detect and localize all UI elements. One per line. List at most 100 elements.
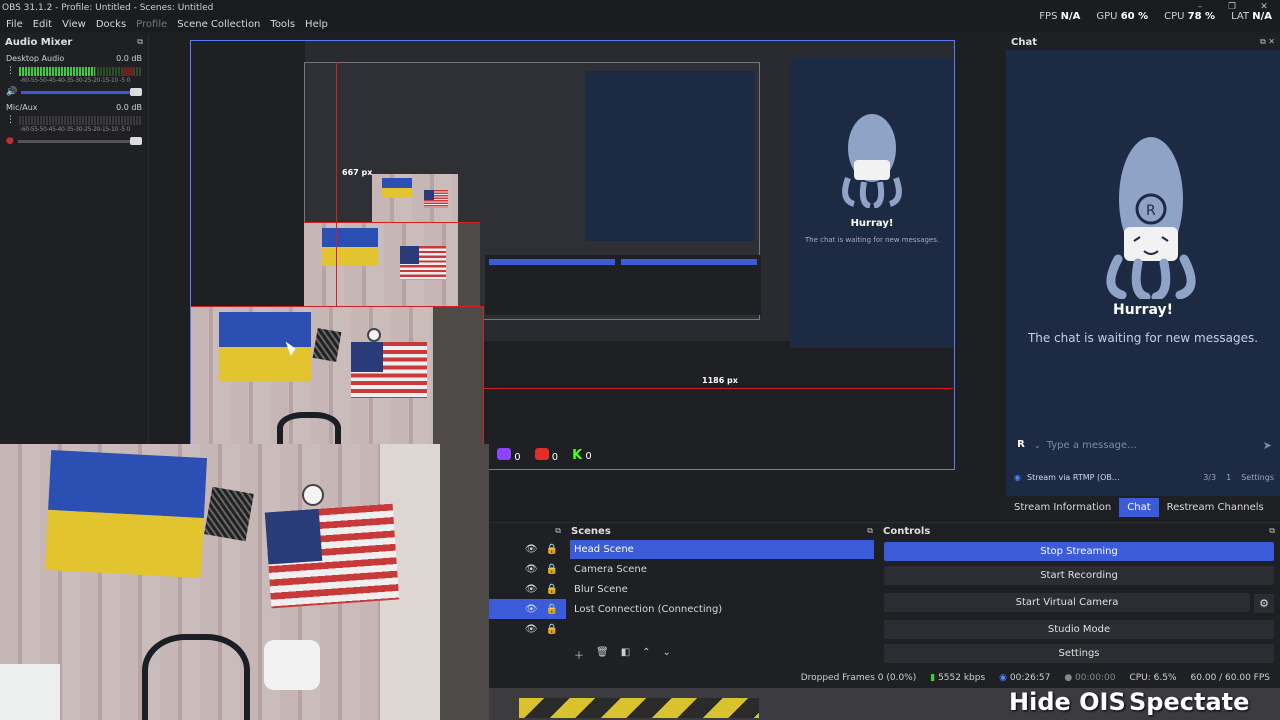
status-bar: Dropped Frames 0 (0.0%) ▮ 5552 kbps ◉ 00… <box>489 668 1280 688</box>
game-overlay-strip: Hide OIS Spectate <box>489 688 1280 720</box>
height-label: 667 px <box>342 168 373 177</box>
flag-ukraine <box>219 312 311 382</box>
volume-slider[interactable] <box>17 136 142 145</box>
chevron-down-icon[interactable]: ⌄ <box>1034 441 1041 450</box>
eye-icon[interactable]: 👁 <box>525 624 538 635</box>
start-virtual-camera-button[interactable]: Start Virtual Camera <box>884 593 1250 612</box>
undock-icon[interactable]: ⧉ <box>1269 526 1275 536</box>
lock-icon[interactable]: 🔒 <box>546 604 558 615</box>
menu-docks[interactable]: Docks <box>96 19 126 30</box>
send-icon[interactable]: ➤ <box>1263 439 1272 452</box>
source-row[interactable]: 👁 🔒 <box>489 559 566 579</box>
restream-badge[interactable]: R <box>1014 438 1028 452</box>
scene-item-head[interactable]: Head Scene <box>570 540 874 559</box>
kebab-menu-icon[interactable]: ⋮ <box>6 66 15 76</box>
kebab-menu-icon[interactable]: ⋮ <box>6 115 15 125</box>
scene-item-blur[interactable]: Blur Scene <box>570 580 874 599</box>
source-row[interactable]: 👁 🔒 <box>489 619 566 639</box>
svg-text:R: R <box>1146 203 1156 219</box>
source-row[interactable]: 👁 🔒 <box>489 539 566 559</box>
menu-view[interactable]: View <box>62 19 86 30</box>
meter-scale: -60-55-50-45-40-35-30-25-20-15-10 -5 0 <box>20 126 131 133</box>
youtube-icon <box>534 448 549 460</box>
chair <box>277 412 341 444</box>
record-status-icon: ● <box>1064 673 1073 683</box>
controls-dock: Controls ⧉ Stop Streaming Start Recordin… <box>878 522 1280 668</box>
eye-icon[interactable]: 👁 <box>525 564 538 575</box>
start-recording-button[interactable]: Start Recording <box>884 566 1274 585</box>
lock-icon[interactable]: 🔒 <box>546 584 558 595</box>
bitrate: 5552 kbps <box>938 673 986 683</box>
meter-peak <box>122 66 134 76</box>
gear-icon[interactable]: ⚙ <box>1254 594 1274 613</box>
kick-count: 0 <box>585 451 592 462</box>
volume-slider[interactable] <box>21 87 142 96</box>
undock-icon[interactable]: ⧉ ✕ <box>1260 37 1275 47</box>
scenes-dock: Scenes ⧉ Head Scene Camera Scene Blur Sc… <box>566 522 878 668</box>
dropped-frames: Dropped Frames 0 (0.0%) <box>800 673 917 683</box>
lock-icon[interactable]: 🔒 <box>546 624 558 635</box>
message-input-row: R ⌄ Type a message... ➤ <box>1014 436 1272 454</box>
arrow-up-icon[interactable]: ⌃ <box>642 647 650 662</box>
stream-info-row: ◉ Stream via RTMP (OB... 3/3 1 Settings <box>1014 470 1274 484</box>
menu-profile[interactable]: Profile <box>136 19 167 30</box>
white-chair <box>264 640 320 690</box>
eye-icon[interactable]: 👁 <box>525 544 538 555</box>
speaker-icon[interactable]: 🔊 <box>6 87 17 97</box>
undock-icon[interactable]: ⧉ <box>555 526 561 536</box>
undock-icon[interactable]: ⧉ <box>867 526 873 536</box>
message-input[interactable]: Type a message... <box>1047 440 1257 451</box>
menu-tools[interactable]: Tools <box>270 19 295 30</box>
cpu-value: 78 % <box>1187 11 1216 22</box>
slider-knob[interactable] <box>130 136 142 145</box>
cpu-usage: CPU: 6.5% <box>1129 673 1177 683</box>
stream-icon: ◉ <box>1014 472 1021 482</box>
stream-name[interactable]: Stream via RTMP (OB... <box>1027 473 1120 482</box>
channel-name: Mic/Aux <box>6 103 38 112</box>
chat-settings-link[interactable]: Settings <box>1241 473 1274 482</box>
chair <box>142 634 250 720</box>
lock-icon[interactable]: 🔒 <box>546 544 558 555</box>
menu-scene-collection[interactable]: Scene Collection <box>177 19 260 30</box>
menu-edit[interactable]: Edit <box>33 19 52 30</box>
nested-hurray: Hurray! <box>850 218 894 229</box>
menu-file[interactable]: File <box>6 19 23 30</box>
twitch-icon <box>497 448 511 460</box>
tab-stream-information[interactable]: Stream Information <box>1006 498 1119 517</box>
tab-restream-channels[interactable]: Restream Channels <box>1159 498 1272 517</box>
trash-icon[interactable]: 🗑 <box>596 647 609 662</box>
studio-mode-button[interactable]: Studio Mode <box>884 620 1274 639</box>
width-label: 1186 px <box>702 376 738 385</box>
guide-line-horizontal <box>191 306 483 307</box>
source-row[interactable]: 👁 🔒 <box>489 599 566 619</box>
scene-item-lost-connection[interactable]: Lost Connection (Connecting) <box>570 600 874 619</box>
speaker-muted-icon[interactable]: ● <box>6 136 14 146</box>
platform-overlay: 0 0 K 0 <box>497 448 592 463</box>
audio-mixer-title: Audio Mixer <box>5 36 73 48</box>
menu-help[interactable]: Help <box>305 19 328 30</box>
lat-value: N/A <box>1252 11 1272 22</box>
filter-icon[interactable]: ◧ <box>621 647 630 662</box>
eye-icon[interactable]: 👁 <box>525 604 538 615</box>
scene-item-camera[interactable]: Camera Scene <box>570 560 874 579</box>
source-row[interactable]: 👁 🔒 <box>489 579 566 599</box>
gpu-value: 60 % <box>1120 11 1149 22</box>
chat-hurray: Hurray! <box>1112 302 1174 318</box>
slider-knob[interactable] <box>130 87 142 96</box>
hide-ois-label: Hide OIS <box>1009 688 1126 716</box>
nested-chat-preview: Hurray! The chat is waiting for new mess… <box>790 58 954 348</box>
stop-streaming-button[interactable]: Stop Streaming <box>884 542 1274 561</box>
mascot-icon: R <box>1106 137 1196 299</box>
scenes-toolbar: ＋ 🗑 ◧ ⌃ ⌄ <box>574 647 671 662</box>
signal-icon: ▮ <box>930 673 936 683</box>
eye-icon[interactable]: 👁 <box>525 584 538 595</box>
undock-icon[interactable]: ⧉ <box>137 37 143 47</box>
arrow-down-icon[interactable]: ⌄ <box>663 647 671 662</box>
lock-icon[interactable]: 🔒 <box>546 564 558 575</box>
settings-button[interactable]: Settings <box>884 644 1274 663</box>
cpu-label: CPU <box>1164 11 1185 22</box>
spectate-label: Spectate <box>1129 688 1250 716</box>
tab-chat[interactable]: Chat <box>1119 497 1159 517</box>
youtube-count: 0 <box>551 452 559 463</box>
add-icon[interactable]: ＋ <box>574 647 584 662</box>
